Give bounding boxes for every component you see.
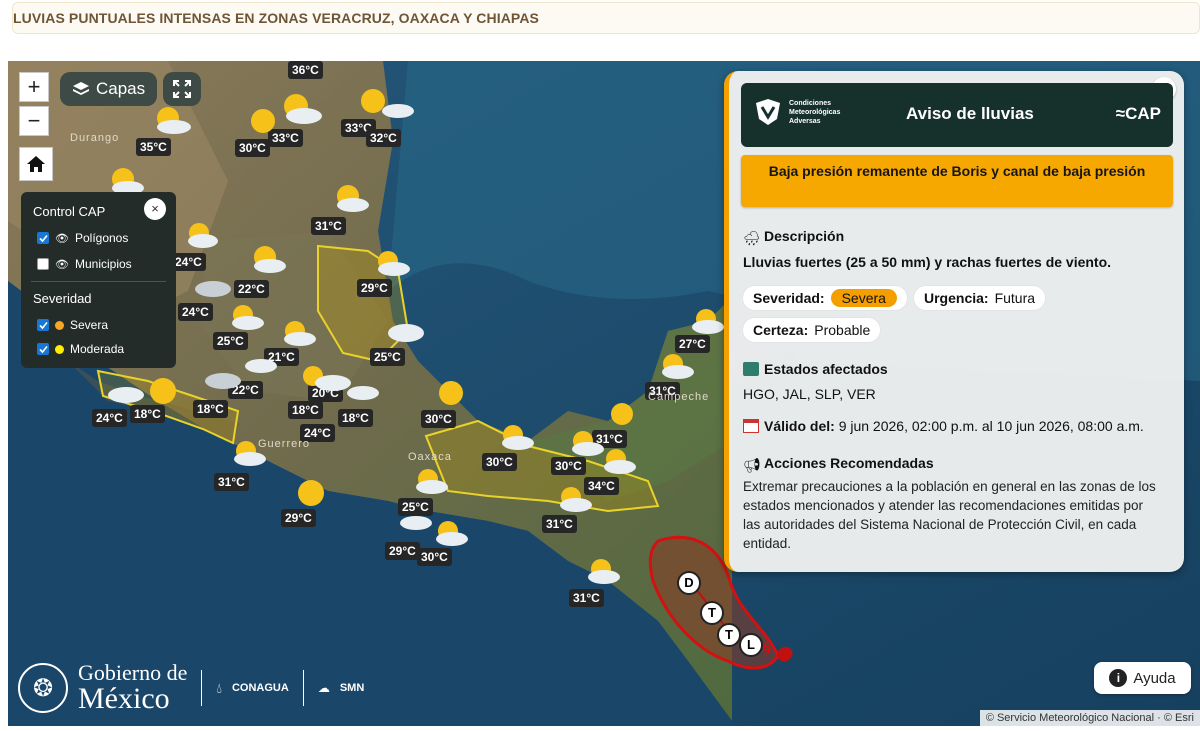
severity-pill-label: Severidad: (753, 290, 825, 306)
smn-icon: ☁︎ (317, 681, 330, 695)
certainty-value: Probable (814, 322, 871, 338)
layer-label: Polígonos (74, 231, 129, 245)
storm-point[interactable]: L (739, 633, 763, 657)
states-heading: Estados afectados (743, 361, 888, 377)
states-label: Estados afectados (764, 361, 888, 377)
urgency-pill: Urgencia: Futura (914, 286, 1046, 310)
storm-point[interactable]: D (677, 571, 701, 595)
validity-value: 9 jun 2026, 02:00 p.m. al 10 jun 2026, 0… (838, 418, 1144, 434)
layers-icon (73, 82, 89, 95)
storm-point[interactable]: T (700, 601, 724, 625)
weather-icon (108, 89, 724, 584)
description-label: Descripción (764, 228, 845, 244)
help-button-label: Ayuda (1133, 669, 1176, 687)
certainty-pill: Certeza: Probable (743, 318, 881, 342)
map-label-oaxaca: Oaxaca (408, 451, 452, 463)
zoom-out-button[interactable]: − (19, 106, 49, 136)
cma-logo: Condiciones Meteorológicas Adversas (753, 97, 859, 127)
banner-text: LUVIAS PUNTUALES INTENSAS EN ZONAS VERAC… (13, 10, 539, 26)
info-icon: i (1109, 669, 1128, 687)
severity-toggle-severe[interactable]: Severa (37, 318, 108, 332)
certainty-label: Certeza: (753, 322, 809, 338)
severity-pill: Severidad: Severa (743, 286, 907, 310)
cap-logo-icon: ≈ (1115, 104, 1126, 123)
help-button[interactable]: i Ayuda (1094, 662, 1191, 694)
cap-control-close-button[interactable]: × (144, 198, 166, 220)
hurricane-icon: 🌀︎ (762, 638, 772, 660)
map-label-durango: Durango (70, 132, 120, 144)
severity-label: Moderada (70, 342, 125, 356)
map-label-campeche: Campeche (648, 391, 710, 403)
cma-logo-icon (756, 99, 780, 125)
severity-label: Severa (70, 318, 109, 332)
gob-line1: Gobierno de (78, 660, 188, 685)
home-button[interactable] (19, 147, 53, 181)
storm-point[interactable]: T (717, 623, 741, 647)
severity-color-dot (55, 320, 64, 330)
home-icon (27, 156, 45, 172)
cap-alert-panel: × Condiciones Meteorológicas Adversas Av… (724, 71, 1184, 572)
cap-logo-text: CAP (1125, 104, 1161, 123)
layers-button[interactable]: Capas (60, 72, 158, 106)
eye-icon: 👁︎ (55, 232, 69, 245)
logo-divider (201, 670, 203, 706)
calendar-icon (743, 419, 759, 433)
cap-control-panel: Control CAP × 👁︎ Polígonos 👁︎ Municipios… (21, 192, 176, 368)
validity-row: Válido del: 9 jun 2026, 02:00 p.m. al 10… (743, 418, 1144, 434)
severity-color-dot (55, 344, 64, 354)
checkmark-icon (38, 234, 48, 242)
checkbox-checked[interactable] (37, 232, 49, 244)
layer-toggle-municipalities[interactable]: 👁︎ Municipios (37, 257, 132, 271)
states-value: HGO, JAL, SLP, VER (743, 386, 876, 402)
description-text: Lluvias fuertes (25 a 50 mm) y rachas fu… (743, 254, 1112, 270)
validity-label: Válido del: (764, 418, 835, 434)
layer-toggle-polygons[interactable]: 👁︎ Polígonos (37, 231, 128, 245)
map-label-guerrero: Guerrero (258, 438, 311, 450)
checkmark-icon (38, 345, 48, 353)
description-heading: 🌧︎ Descripción (743, 228, 845, 246)
logo-divider (302, 670, 304, 706)
checkbox-checked[interactable] (37, 319, 49, 331)
government-logo: ❂ Gobierno de México 💧︎ CONAGUA ☁︎ SMN (18, 662, 364, 714)
layer-label: Municipios (74, 257, 132, 271)
cap-logo: ≈CAP (1116, 104, 1161, 124)
cma-brand-text: Condiciones Meteorológicas Adversas (789, 99, 841, 125)
actions-text: Extremar precauciones a la población en … (743, 479, 1156, 551)
conagua-logo: CONAGUA (231, 682, 289, 694)
urgency-value: Futura (994, 290, 1036, 306)
divider (31, 281, 166, 282)
severity-toggle-moderate[interactable]: Moderada (37, 342, 124, 356)
layers-button-label: Capas (96, 79, 146, 98)
actions-heading: 📢︎ Acciones Recomendadas (743, 455, 934, 473)
severity-title: Severidad (33, 291, 92, 306)
alert-title-banner: LUVIAS PUNTUALES INTENSAS EN ZONAS VERAC… (12, 2, 1200, 34)
conagua-icon: 💧︎ (216, 679, 222, 696)
storm-point-label: T (708, 605, 716, 620)
eye-icon: 👁︎ (55, 258, 69, 271)
zoom-in-button[interactable]: + (19, 72, 49, 102)
map-attribution[interactable]: © Servicio Meteorológico Nacional · © Es… (979, 710, 1200, 726)
megaphone-icon: 📢︎ (743, 457, 761, 473)
alert-header-title: Aviso de lluvias (906, 104, 1034, 123)
gob-line2: México (78, 682, 170, 715)
fullscreen-button[interactable] (163, 72, 201, 106)
checkmark-icon (38, 321, 48, 329)
checkbox-checked[interactable] (37, 343, 49, 355)
mexico-seal-icon: ❂ (18, 663, 68, 713)
storm-point-label: T (725, 627, 733, 642)
actions-label: Acciones Recomendadas (764, 455, 934, 471)
alert-header: Condiciones Meteorológicas Adversas Avis… (741, 83, 1173, 147)
storm-point-label: D (684, 575, 694, 590)
map-icon (743, 362, 759, 376)
smn-logo: SMN (339, 682, 365, 694)
rain-cloud-icon: 🌧︎ (743, 230, 761, 246)
urgency-label: Urgencia: (924, 290, 989, 306)
checkbox-unchecked[interactable] (37, 258, 49, 270)
severity-badge: Severa (830, 289, 897, 307)
fullscreen-icon (173, 80, 191, 98)
storm-point-label: L (747, 637, 755, 652)
alert-event-title: Baja presión remanente de Boris y canal … (741, 155, 1173, 207)
cap-control-title: Control CAP (33, 204, 106, 219)
